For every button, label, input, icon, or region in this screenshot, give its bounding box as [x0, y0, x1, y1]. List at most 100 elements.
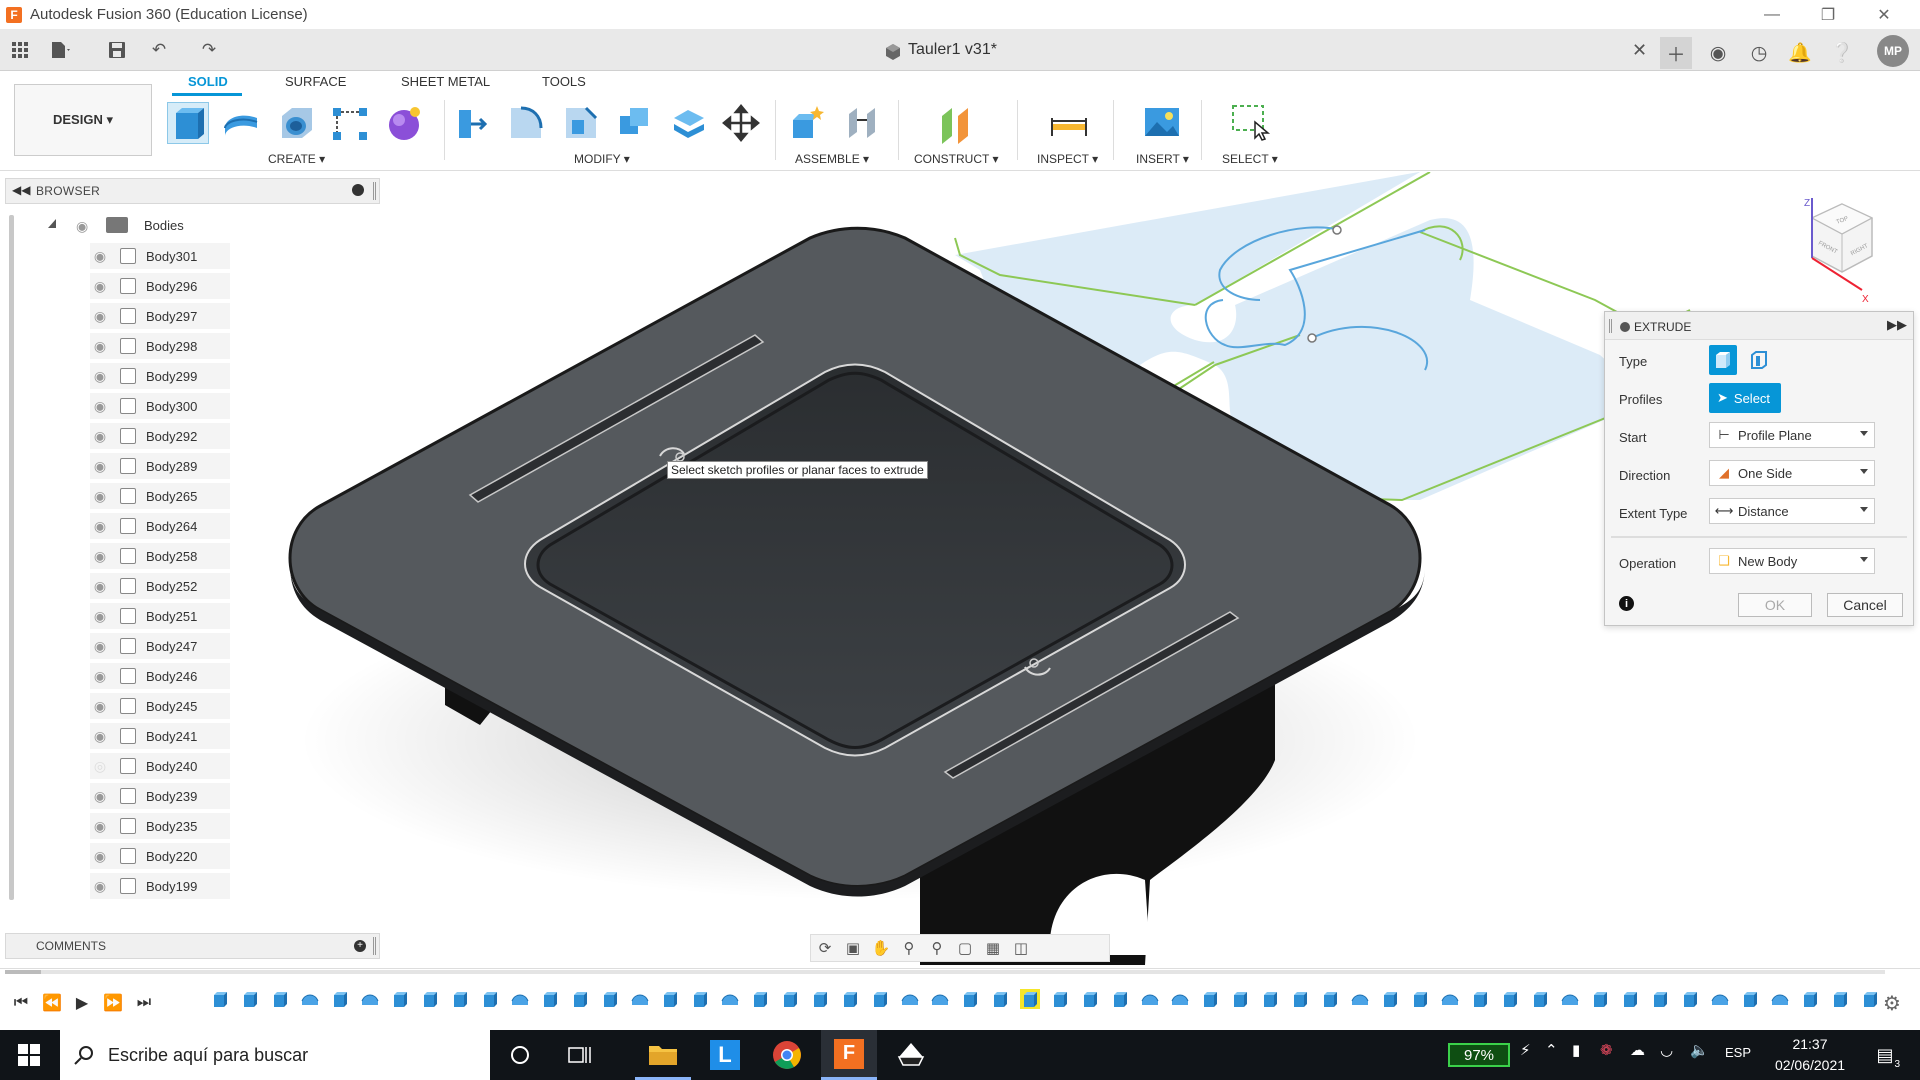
- list-item[interactable]: ◉ Body298: [90, 332, 197, 360]
- visibility-eye-icon[interactable]: ◎: [90, 758, 110, 774]
- list-item[interactable]: ◉ Body299: [90, 362, 197, 390]
- battery-tray-icon[interactable]: ▮: [1572, 1041, 1580, 1059]
- timeline-feature[interactable]: [1140, 989, 1160, 1009]
- browser-resize-handle[interactable]: [373, 182, 376, 200]
- visibility-eye-icon[interactable]: ◉: [90, 638, 110, 654]
- timeline-feature[interactable]: [720, 989, 740, 1009]
- timeline-feature[interactable]: [900, 989, 920, 1009]
- tab-tools[interactable]: TOOLS: [542, 74, 586, 89]
- visibility-eye-icon[interactable]: ◉: [90, 428, 110, 444]
- insert-group-menu[interactable]: INSERT ▾: [1136, 152, 1189, 166]
- visibility-eye-icon[interactable]: ◉: [90, 458, 110, 474]
- visibility-eye-icon[interactable]: ◉: [90, 278, 110, 294]
- start-button[interactable]: [0, 1030, 58, 1080]
- construct-group-menu[interactable]: CONSTRUCT ▾: [914, 152, 998, 166]
- list-item[interactable]: ◉ Body300: [90, 392, 197, 420]
- timeline-feature[interactable]: [1410, 989, 1430, 1009]
- select-window-icon[interactable]: [1229, 102, 1271, 144]
- collapse-browser-icon[interactable]: ◀◀: [12, 183, 30, 197]
- timeline-feature[interactable]: [1110, 989, 1130, 1009]
- browser-pin-icon[interactable]: [352, 184, 364, 196]
- visibility-eye-icon[interactable]: ◉: [90, 818, 110, 834]
- timeline-feature[interactable]: [1680, 989, 1700, 1009]
- dialog-collapse-icon[interactable]: [1620, 322, 1630, 332]
- timeline-feature[interactable]: [540, 989, 560, 1009]
- visibility-eye-icon[interactable]: ◉: [90, 518, 110, 534]
- timeline-feature[interactable]: [1050, 989, 1070, 1009]
- timeline-feature[interactable]: [1830, 989, 1850, 1009]
- list-item[interactable]: ◉ Body296: [90, 272, 197, 300]
- list-item[interactable]: ◉ Body199: [90, 872, 197, 900]
- press-pull-icon[interactable]: [453, 102, 495, 144]
- undo-icon[interactable]: ↶: [146, 37, 172, 63]
- joint-icon[interactable]: [841, 102, 883, 144]
- timeline-feature[interactable]: [450, 989, 470, 1009]
- timeline-feature[interactable]: [660, 989, 680, 1009]
- timeline-first-icon[interactable]: ⏮: [10, 992, 32, 1014]
- timeline-feature[interactable]: [1440, 989, 1460, 1009]
- cancel-button[interactable]: Cancel: [1827, 593, 1903, 617]
- language-indicator[interactable]: ESP: [1725, 1045, 1751, 1060]
- close-window-button[interactable]: ✕: [1856, 0, 1912, 29]
- timeline-feature[interactable]: [870, 989, 890, 1009]
- list-item[interactable]: ◉ Body241: [90, 722, 197, 750]
- help-icon[interactable]: ❔: [1826, 37, 1858, 69]
- comments-resize-handle[interactable]: [373, 937, 376, 955]
- create-group-menu[interactable]: CREATE ▾: [268, 152, 325, 166]
- visibility-eye-icon[interactable]: ◉: [90, 848, 110, 864]
- timeline-feature[interactable]: [420, 989, 440, 1009]
- timeline-feature[interactable]: [1290, 989, 1310, 1009]
- timeline-feature[interactable]: [360, 989, 380, 1009]
- visibility-eye-icon[interactable]: ◉: [90, 488, 110, 504]
- timeline-feature[interactable]: [960, 989, 980, 1009]
- timeline-last-icon[interactable]: ⏭: [133, 992, 155, 1014]
- timeline-feature[interactable]: [750, 989, 770, 1009]
- visibility-eye-icon[interactable]: ◉: [90, 668, 110, 684]
- timeline-feature[interactable]: [1500, 989, 1520, 1009]
- timeline-feature[interactable]: [780, 989, 800, 1009]
- viewports-icon[interactable]: ◫: [1007, 936, 1035, 960]
- list-item[interactable]: ◉ Body289: [90, 452, 197, 480]
- visibility-eye-icon[interactable]: ◉: [90, 548, 110, 564]
- visibility-eye-icon[interactable]: ◉: [90, 398, 110, 414]
- save-icon[interactable]: [104, 37, 130, 63]
- timeline-feature[interactable]: [1560, 989, 1580, 1009]
- list-item[interactable]: ◉ Body239: [90, 782, 197, 810]
- new-tab-plus-icon[interactable]: ＋: [1660, 37, 1692, 69]
- timeline-feature[interactable]: [930, 989, 950, 1009]
- list-item[interactable]: ◉ Body297: [90, 302, 197, 330]
- timeline-feature[interactable]: [1530, 989, 1550, 1009]
- timeline-feature[interactable]: [480, 989, 500, 1009]
- user-avatar[interactable]: MP: [1877, 35, 1909, 67]
- insert-image-icon[interactable]: [1141, 102, 1183, 144]
- onedrive-cloud-icon[interactable]: ☁: [1630, 1041, 1645, 1059]
- inspect-group-menu[interactable]: INSPECT ▾: [1037, 152, 1098, 166]
- tab-surface[interactable]: SURFACE: [285, 74, 346, 89]
- look-at-icon[interactable]: ▣: [839, 936, 867, 960]
- volume-icon[interactable]: 🔈: [1690, 1041, 1709, 1059]
- fusion360-taskbar-icon[interactable]: F: [821, 1030, 877, 1080]
- type-thin-button[interactable]: [1745, 345, 1773, 375]
- fit-zoom-icon[interactable]: ⚲: [923, 936, 951, 960]
- display-settings-icon[interactable]: ▢: [951, 936, 979, 960]
- revolve-icon[interactable]: [221, 102, 263, 144]
- notifications-bell-icon[interactable]: 🔔: [1784, 37, 1816, 69]
- shell-icon[interactable]: [614, 102, 656, 144]
- timeline-feature[interactable]: [300, 989, 320, 1009]
- visibility-eye-icon[interactable]: ◉: [90, 878, 110, 894]
- timeline-feature[interactable]: [1320, 989, 1340, 1009]
- timeline-feature[interactable]: [630, 989, 650, 1009]
- list-item[interactable]: ◉ Body252: [90, 572, 197, 600]
- offset-plane-icon[interactable]: [936, 102, 978, 144]
- chrome-icon[interactable]: [759, 1030, 815, 1080]
- visibility-eye-icon[interactable]: ◉: [90, 578, 110, 594]
- timeline-feature[interactable]: [240, 989, 260, 1009]
- taskbar-clock[interactable]: 21:37 02/06/2021: [1768, 1034, 1852, 1076]
- timeline-feature[interactable]: [1620, 989, 1640, 1009]
- list-item[interactable]: ◉ Body292: [90, 422, 197, 450]
- timeline-feature[interactable]: [1230, 989, 1250, 1009]
- data-panel-grid-icon[interactable]: [7, 37, 33, 63]
- timeline-feature[interactable]: [1770, 989, 1790, 1009]
- job-status-clock-icon[interactable]: ◷: [1743, 37, 1775, 69]
- timeline-feature[interactable]: [1590, 989, 1610, 1009]
